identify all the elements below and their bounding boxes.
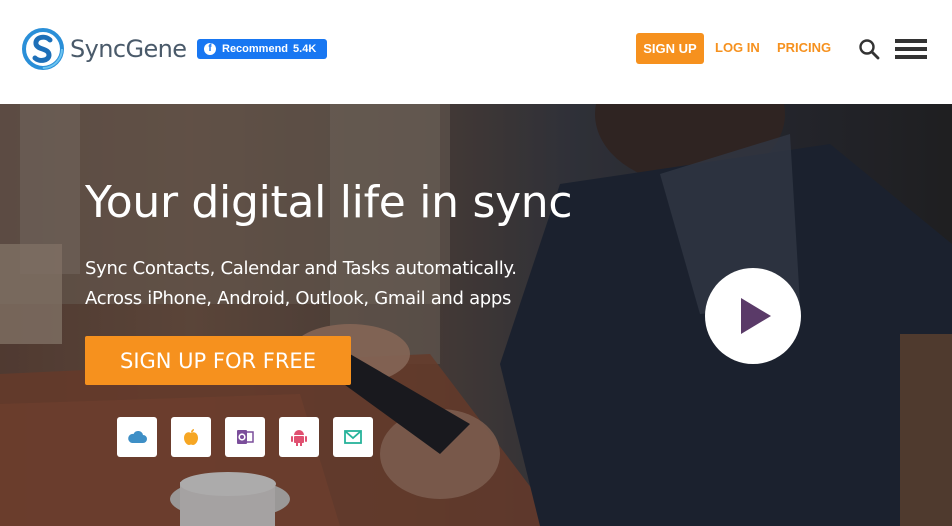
hero-subtitle-line-1: Sync Contacts, Calendar and Tasks automa… — [85, 258, 517, 279]
gmail-icon — [344, 430, 362, 444]
facebook-icon: f — [204, 43, 216, 55]
nav-signup-button[interactable]: SIGN UP — [636, 33, 704, 64]
facebook-recommend-count: 5.4K — [293, 43, 317, 55]
hero-subtitle: Sync Contacts, Calendar and Tasks automa… — [85, 254, 517, 314]
app-tile-outlook[interactable] — [225, 417, 265, 457]
app-tile-icloud[interactable] — [117, 417, 157, 457]
outlook-icon — [237, 430, 254, 444]
app-tile-gmail[interactable] — [333, 417, 373, 457]
play-icon — [741, 298, 771, 334]
hero-section: Your digital life in sync Sync Contacts,… — [0, 104, 952, 526]
search-icon[interactable] — [858, 38, 880, 60]
play-video-button[interactable] — [705, 268, 801, 364]
app-tile-android[interactable] — [279, 417, 319, 457]
syncgene-logo-icon — [22, 28, 64, 70]
icloud-icon — [128, 430, 147, 443]
apple-icon — [184, 429, 198, 445]
hero-subtitle-line-2: Across iPhone, Android, Outlook, Gmail a… — [85, 288, 512, 309]
hero-background-image — [0, 104, 952, 526]
signup-for-free-button[interactable]: SIGN UP FOR FREE — [85, 336, 351, 385]
logo-text: SyncGene — [70, 35, 187, 63]
app-tile-apple[interactable] — [171, 417, 211, 457]
syncgene-logo[interactable]: SyncGene — [21, 27, 187, 71]
facebook-recommend-label: Recommend — [222, 43, 289, 55]
supported-apps-list — [117, 417, 387, 457]
site-header: SyncGene f Recommend 5.4K SIGN UP LOG IN… — [0, 0, 952, 104]
android-icon — [291, 430, 307, 446]
nav-login-link[interactable]: LOG IN — [715, 40, 760, 55]
hamburger-menu-icon[interactable] — [895, 39, 927, 59]
hero-title: Your digital life in sync — [85, 177, 573, 228]
nav-pricing-link[interactable]: PRICING — [777, 40, 831, 55]
facebook-recommend-button[interactable]: f Recommend 5.4K — [197, 39, 327, 59]
